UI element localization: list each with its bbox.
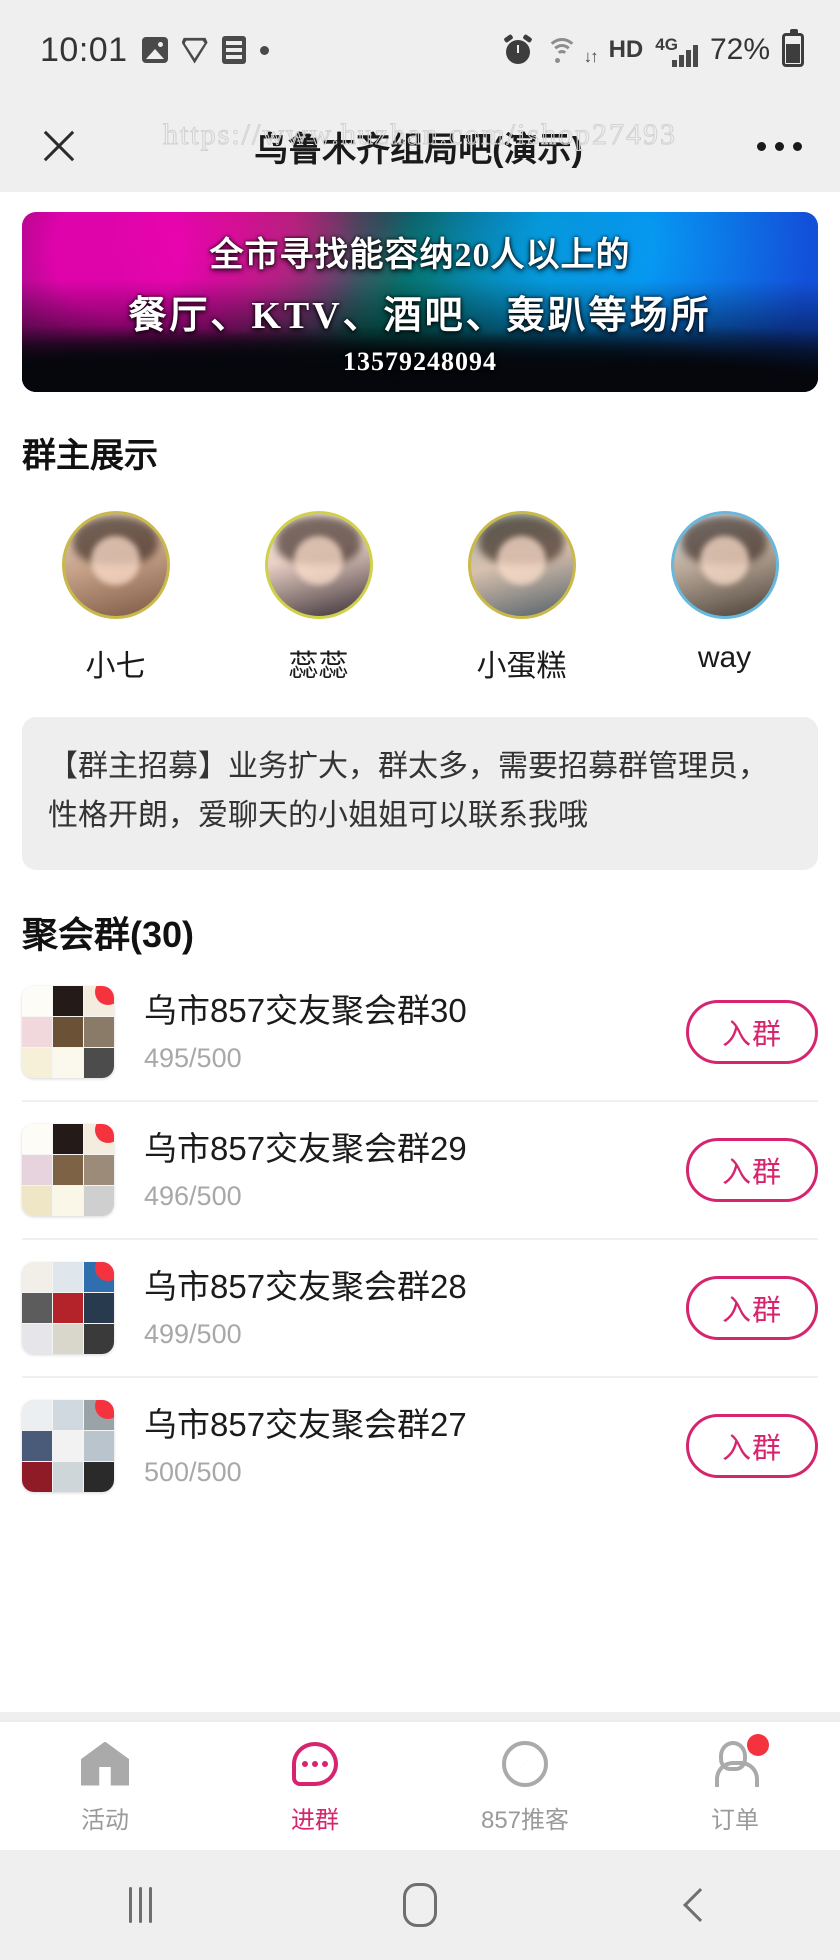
status-bar-right: ↓↑ HD 4G 72%	[502, 29, 804, 67]
group-thumbnail	[22, 986, 114, 1079]
groups-section-title: 聚会群(30)	[22, 914, 195, 956]
avatar[interactable]	[467, 511, 576, 619]
group-member-count: 496/500	[144, 1181, 242, 1212]
status-time: 10:01	[40, 30, 128, 69]
status-bar-left: 10:01	[40, 31, 269, 70]
tab-activities[interactable]: 活动	[0, 1738, 210, 1835]
chat-icon	[292, 1738, 338, 1790]
group-info: 乌市857交友聚会群29 496/500	[114, 1128, 686, 1212]
banner-line-2: 餐厅、KTV、酒吧、轰趴等场所	[128, 295, 712, 337]
group-thumbnail	[22, 1400, 114, 1493]
group-info: 乌市857交友聚会群30 495/500	[114, 990, 686, 1074]
shield-icon	[181, 37, 208, 64]
group-member-count: 499/500	[144, 1319, 242, 1350]
status-bar: 10:01 ↓↑ HD 4G 72%	[0, 0, 840, 100]
tab-label: 857推客	[480, 1806, 570, 1834]
owner-name: 小蛋糕	[476, 650, 567, 683]
group-info: 乌市857交友聚会群27 500/500	[114, 1404, 686, 1488]
owner-name: 蕊蕊	[288, 650, 349, 683]
hd-label: HD	[608, 36, 644, 63]
user-icon	[713, 1733, 769, 1790]
dot-icon	[259, 45, 269, 55]
owner-name: 小七	[85, 650, 146, 683]
group-name: 乌市857交友聚会群28	[144, 1268, 467, 1306]
tab-promoter[interactable]: 857推客	[420, 1738, 630, 1835]
owner-item[interactable]: 小七	[14, 511, 217, 685]
groups-list: 乌市857交友聚会群30 495/500 入群 乌市857交友聚会群29 496…	[0, 964, 840, 1514]
group-thumbnail	[22, 1262, 114, 1355]
wifi-icon	[544, 36, 580, 64]
avatar[interactable]	[670, 511, 779, 619]
battery-icon	[782, 29, 804, 67]
group-name: 乌市857交友聚会群27	[144, 1406, 467, 1444]
page-content: 全市寻找能容纳20人以上的 餐厅、KTV、酒吧、轰趴等场所 1357924809…	[0, 192, 840, 1712]
join-group-button[interactable]: 入群	[686, 1276, 818, 1341]
banner-line-1: 全市寻找能容纳20人以上的	[209, 237, 631, 274]
compass-icon	[502, 1738, 548, 1790]
more-options-icon[interactable]	[757, 141, 802, 151]
tab-orders[interactable]: 订单	[630, 1733, 840, 1835]
group-member-count: 500/500	[144, 1457, 242, 1488]
battery-percent: 72%	[709, 33, 770, 66]
owner-item[interactable]: 蕊蕊	[217, 511, 420, 685]
tab-label: 活动	[81, 1806, 129, 1834]
bottom-tab-bar: 活动 进群 857推客 订单	[0, 1720, 840, 1850]
group-thumbnail	[22, 1124, 114, 1217]
avatar[interactable]	[61, 511, 170, 619]
owner-name: way	[697, 641, 752, 674]
photo-icon	[141, 37, 168, 63]
tab-label: 进群	[291, 1806, 339, 1834]
close-icon[interactable]	[38, 125, 80, 167]
avatar[interactable]	[264, 511, 373, 619]
android-nav-bar	[0, 1850, 840, 1960]
list-icon	[221, 36, 246, 64]
group-info: 乌市857交友聚会群28 499/500	[114, 1266, 686, 1350]
group-name: 乌市857交友聚会群29	[144, 1130, 467, 1168]
tab-label: 订单	[711, 1806, 759, 1834]
app-header: 乌鲁木齐组局吧(演示)	[0, 100, 840, 192]
table-row[interactable]: 乌市857交友聚会群27 500/500 入群	[22, 1378, 818, 1514]
owner-item[interactable]: 小蛋糕	[420, 511, 623, 685]
notice-section: 【群主招募】业务扩大，群太多，需要招募群管理员，性格开朗，爱聊天的小姐姐可以联系…	[0, 695, 840, 871]
recent-apps-icon[interactable]	[0, 1887, 280, 1923]
promo-banner[interactable]: 全市寻找能容纳20人以上的 餐厅、KTV、酒吧、轰趴等场所 1357924809…	[22, 212, 818, 392]
notification-badge	[747, 1733, 769, 1756]
owner-item[interactable]: way	[623, 511, 826, 685]
owners-section-title: 群主展示	[22, 437, 158, 475]
home-button-icon[interactable]	[280, 1883, 560, 1927]
page-title: 乌鲁木齐组局吧(演示)	[254, 130, 583, 169]
alarm-icon	[502, 33, 533, 64]
join-group-button[interactable]: 入群	[686, 1000, 818, 1065]
table-row[interactable]: 乌市857交友聚会群28 499/500 入群	[22, 1240, 818, 1379]
data-transfer-icon: ↓↑	[583, 47, 599, 66]
owners-list: 小七 蕊蕊 小蛋糕 way	[0, 477, 840, 695]
group-name: 乌市857交友聚会群30	[144, 992, 467, 1030]
signal-icon	[671, 45, 698, 67]
join-group-button[interactable]: 入群	[686, 1138, 818, 1203]
phone-screen: 10:01 ↓↑ HD 4G 72% https://www.huzhan.co…	[0, 0, 840, 1960]
group-member-count: 495/500	[144, 1043, 242, 1074]
banner-section: 全市寻找能容纳20人以上的 餐厅、KTV、酒吧、轰趴等场所 1357924809…	[0, 192, 840, 392]
back-button-icon[interactable]	[560, 1888, 840, 1922]
tab-join-group[interactable]: 进群	[210, 1738, 420, 1835]
table-row[interactable]: 乌市857交友聚会群29 496/500 入群	[22, 1102, 818, 1241]
banner-phone: 13579248094	[343, 347, 497, 376]
join-group-button[interactable]: 入群	[686, 1414, 818, 1479]
recruitment-notice: 【群主招募】业务扩大，群太多，需要招募群管理员，性格开朗，爱聊天的小姐姐可以联系…	[22, 717, 818, 871]
home-icon	[81, 1738, 129, 1790]
table-row[interactable]: 乌市857交友聚会群30 495/500 入群	[22, 964, 818, 1103]
